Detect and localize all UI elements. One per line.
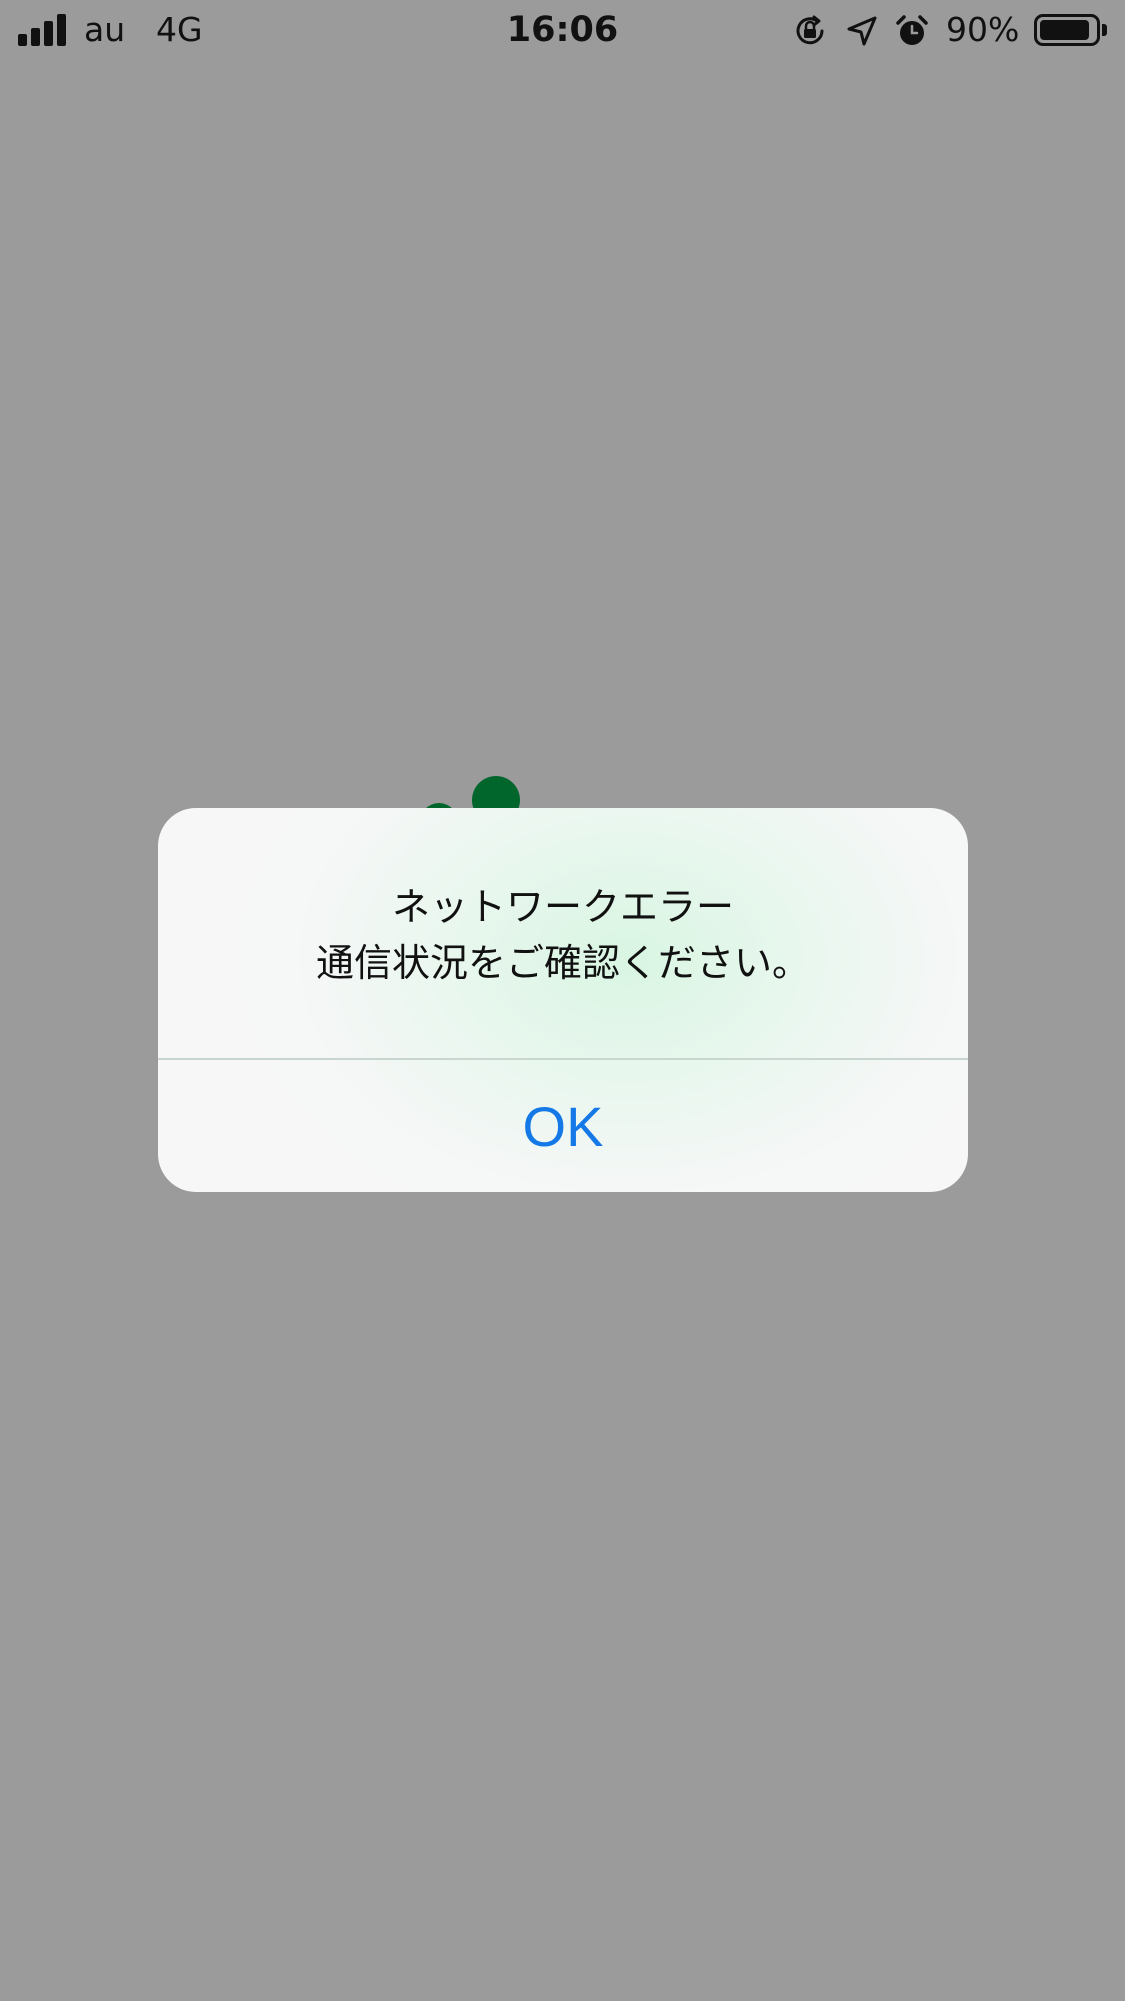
ok-button[interactable]: OK [158,1060,968,1192]
network-error-alert: ネットワークエラー 通信状況をご確認ください。 OK [158,808,968,1192]
battery-tip [1102,24,1107,36]
location-icon [847,16,877,46]
alarm-icon [896,15,928,45]
battery-percentage: 90% [946,10,1020,49]
battery-icon [1034,14,1100,46]
alert-body: ネットワークエラー 通信状況をご確認ください。 [158,808,968,1058]
orientation-lock-icon [796,15,824,45]
status-bar: au 4G 16:06 90% [0,0,1125,62]
alert-title: ネットワークエラー [391,885,734,929]
battery-fill [1040,20,1089,40]
alert-message: 通信状況をご確認ください。 [315,941,810,985]
